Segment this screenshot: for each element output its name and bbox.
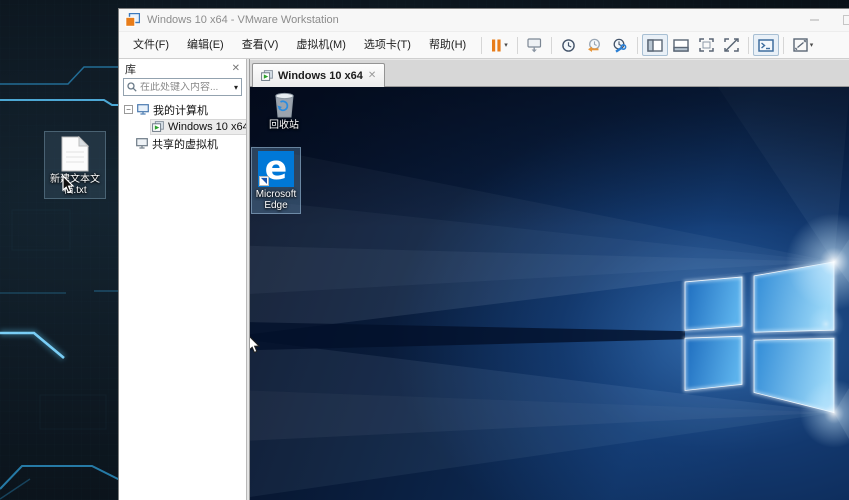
tree-label: Windows 10 x64	[168, 121, 249, 133]
pause-icon	[491, 39, 502, 52]
guest-mouse-cursor-icon	[250, 335, 261, 354]
edge-shortcut-icon[interactable]: e ◥ Microsoft Edge	[251, 147, 301, 214]
window-title: Windows 10 x64 - VMware Workstation	[147, 14, 339, 26]
desktop-text-file-icon[interactable]: 新建文本文 档.txt	[44, 131, 106, 199]
window-titlebar[interactable]: Windows 10 x64 - VMware Workstation	[119, 9, 849, 32]
send-ctrl-alt-del-icon	[527, 38, 542, 53]
edge-tile-icon: e ◥	[258, 151, 294, 187]
toolbar-pause-button[interactable]: ▾	[486, 34, 513, 56]
recycle-bin-icon[interactable]: 回收站	[259, 89, 309, 131]
fullscreen-icon	[699, 38, 714, 52]
tab-windows-10-x64[interactable]: Windows 10 x64 ✕	[252, 63, 385, 87]
show-library-panel-icon	[647, 39, 663, 52]
toolbar-separator	[551, 37, 552, 54]
toolbar-separator	[783, 37, 784, 54]
toolbar-send-ctrl-alt-del-button[interactable]	[522, 34, 547, 56]
toolbar-show-thumbnail-bar-button[interactable]	[668, 34, 694, 56]
tab-close-icon[interactable]: ✕	[368, 70, 376, 81]
collapse-toggle-icon[interactable]: −	[124, 105, 133, 114]
search-icon	[127, 82, 137, 92]
snapshot-manager-icon	[612, 38, 628, 53]
snapshot-clock-icon	[561, 38, 576, 53]
search-dropdown-icon[interactable]: ▾	[234, 83, 238, 92]
desktop-file-label: 新建文本文 档.txt	[50, 174, 100, 196]
console-view-icon	[758, 39, 774, 52]
toolbar: ▾	[477, 34, 818, 56]
chevron-down-icon: ▾	[810, 42, 814, 49]
toolbar-stretch-guest-button[interactable]: ▾	[788, 34, 819, 56]
vmware-logo-icon	[125, 13, 140, 27]
toolbar-unity-mode-button[interactable]	[719, 34, 744, 56]
menu-view[interactable]: 查看(V)	[233, 33, 288, 58]
windows10-hero-wallpaper	[250, 87, 849, 500]
tab-label: Windows 10 x64	[278, 70, 363, 82]
toolbar-separator	[481, 37, 482, 54]
computer-icon	[137, 104, 149, 115]
unity-mode-icon	[724, 38, 739, 52]
shortcut-arrow-icon: ◥	[259, 176, 269, 186]
search-input[interactable]	[140, 82, 231, 93]
library-close-button[interactable]: ✕	[232, 64, 240, 74]
recycle-bin-glyph-icon	[271, 89, 298, 118]
toolbar-snapshot-manager-button[interactable]	[607, 34, 633, 56]
toolbar-console-view-button[interactable]	[753, 34, 779, 56]
maximize-button[interactable]	[843, 15, 849, 25]
text-document-icon	[60, 136, 90, 172]
window-content: 库 ✕ ▾ −	[119, 59, 849, 500]
shared-vms-icon	[136, 138, 148, 149]
tree-item-shared-vms[interactable]: 共享的虚拟机	[119, 135, 246, 152]
vm-running-icon	[261, 70, 273, 82]
library-sidebar: 库 ✕ ▾ −	[119, 59, 246, 500]
menu-tabs[interactable]: 选项卡(T)	[355, 33, 420, 58]
window-controls	[810, 9, 849, 31]
library-header: 库 ✕	[119, 59, 246, 78]
vm-running-icon	[152, 121, 164, 133]
tree-label: 我的计算机	[153, 102, 208, 118]
tree-item-my-computer[interactable]: − 我的计算机	[119, 101, 246, 118]
recycle-bin-label: 回收站	[269, 120, 299, 131]
main-area: Windows 10 x64 ✕	[250, 59, 849, 500]
tab-bar: Windows 10 x64 ✕	[250, 59, 849, 87]
show-thumbnail-bar-icon	[673, 39, 689, 52]
chevron-down-icon: ▾	[504, 42, 508, 49]
menubar: 文件(F) 编辑(E) 查看(V) 虚拟机(M) 选项卡(T) 帮助(H) ▾	[119, 32, 849, 59]
toolbar-show-library-button[interactable]	[642, 34, 668, 56]
menu-file[interactable]: 文件(F)	[124, 33, 178, 58]
library-search-box[interactable]: ▾	[123, 78, 242, 96]
toolbar-separator	[637, 37, 638, 54]
tree-item-windows-10-x64[interactable]: Windows 10 x64	[119, 118, 246, 135]
toolbar-separator	[517, 37, 518, 54]
menu-edit[interactable]: 编辑(E)	[178, 33, 233, 58]
toolbar-separator	[748, 37, 749, 54]
screen: 新建文本文 档.txt Windows 10 x64 - VMware Work…	[0, 0, 849, 500]
toolbar-take-snapshot-button[interactable]	[556, 34, 581, 56]
minimize-button[interactable]	[810, 19, 819, 21]
stretch-guest-icon	[793, 38, 808, 52]
host-wallpaper-circuit-lines	[0, 0, 135, 500]
toolbar-fullscreen-button[interactable]	[694, 34, 719, 56]
library-tree: − 我的计算机	[119, 100, 246, 152]
library-title: 库	[125, 61, 136, 77]
host-mouse-cursor-icon	[62, 175, 75, 194]
edge-label: Microsoft Edge	[256, 189, 297, 211]
vm-guest-screen[interactable]: 回收站 e ◥ Microsoft Edge	[250, 87, 849, 500]
menu-help[interactable]: 帮助(H)	[420, 33, 475, 58]
vmware-workstation-window: Windows 10 x64 - VMware Workstation 文件(F…	[118, 8, 849, 500]
menu-vm[interactable]: 虚拟机(M)	[287, 33, 355, 58]
toolbar-revert-snapshot-button[interactable]	[581, 34, 607, 56]
tree-label: 共享的虚拟机	[152, 136, 218, 152]
revert-snapshot-icon	[586, 38, 602, 53]
